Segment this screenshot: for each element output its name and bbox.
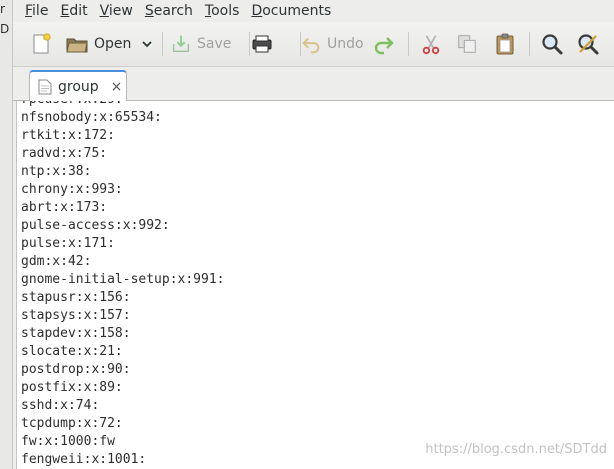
undo-icon <box>302 37 320 54</box>
text-line: sshd:x:74: <box>21 398 100 413</box>
find-replace-button[interactable] <box>576 30 600 58</box>
adjacent-window-text: r <box>0 2 5 16</box>
text-line: ntp:x:38: <box>21 164 92 179</box>
open-button[interactable]: Open <box>65 30 131 58</box>
scissors-icon <box>422 35 440 55</box>
text-file-icon <box>38 79 52 95</box>
undo-button-label: Undo <box>327 36 364 52</box>
adjacent-window-edge: r DI <box>0 0 13 469</box>
new-document-icon <box>33 33 51 54</box>
redo-button[interactable] <box>372 30 396 58</box>
text-line: postdrop:x:90: <box>21 362 131 377</box>
cut-button[interactable] <box>420 30 442 58</box>
save-button[interactable]: Save <box>170 30 231 58</box>
new-document-button[interactable] <box>29 30 53 58</box>
magnifier-icon <box>542 34 563 55</box>
print-button[interactable] <box>250 30 274 58</box>
menu-file[interactable]: File <box>13 1 54 21</box>
adjacent-window-text: DI <box>0 22 10 36</box>
toolbar: Open Save Undo <box>13 22 614 67</box>
text-line: slocate:x:21: <box>21 344 123 359</box>
undo-button[interactable]: Undo <box>300 30 364 58</box>
toolbar-separator <box>529 32 530 56</box>
clipboard-icon <box>496 33 514 55</box>
save-button-label: Save <box>197 36 232 52</box>
text-line: stapsys:x:157: <box>21 308 131 323</box>
tab-label: group <box>58 79 99 95</box>
open-recent-dropdown[interactable] <box>141 30 153 58</box>
document-lines: rpcuser:x:29:nfsnobody:x:65534: rtkit:x:1… <box>21 101 225 469</box>
text-line: radvd:x:75: <box>21 146 108 161</box>
toolbar-separator <box>408 32 409 56</box>
menu-view[interactable]: View <box>94 1 139 21</box>
watermark-text: https://blog.csdn.net/SDTdd <box>425 442 607 457</box>
copy-icon <box>458 35 476 53</box>
text-line: chrony:x:993: <box>21 182 123 197</box>
toolbar-separator <box>162 32 163 56</box>
text-line: rtkit:x:172: <box>21 128 115 143</box>
text-line: gnome-initial-setup:x:991: <box>21 272 225 287</box>
open-button-label: Open <box>94 36 132 52</box>
find-replace-icon <box>578 34 599 55</box>
text-line: tcpdump:x:72: <box>21 416 123 431</box>
text-line: fw:x:1000:fw <box>21 434 115 449</box>
text-line: nfsnobody:x:65534: <box>21 110 162 125</box>
menubar: File Edit View Search Tools Documents <box>13 0 614 21</box>
text-line: rpcuser:x:29: <box>21 101 225 109</box>
close-icon[interactable]: × <box>111 79 123 95</box>
text-line: fengweii:x:1001: <box>21 452 147 467</box>
text-line: gdm:x:42: <box>21 254 92 269</box>
text-editor-window: File Edit View Search Tools Documents Op… <box>13 0 614 469</box>
text-line: stapdev:x:158: <box>21 326 131 341</box>
text-line: abrt:x:173: <box>21 200 108 215</box>
save-icon <box>172 35 190 53</box>
menu-documents[interactable]: Documents <box>245 1 337 21</box>
menu-edit[interactable]: Edit <box>54 1 93 21</box>
find-button[interactable] <box>540 30 564 58</box>
paste-button[interactable] <box>493 30 517 58</box>
menu-search[interactable]: Search <box>139 1 199 21</box>
text-line: pulse-access:x:992: <box>21 218 170 233</box>
copy-button[interactable] <box>456 30 478 58</box>
text-line: postfix:x:89: <box>21 380 123 395</box>
tab-group[interactable]: group × <box>29 70 127 102</box>
menu-tools[interactable]: Tools <box>199 1 246 21</box>
text-editor-area[interactable]: rpcuser:x:29:nfsnobody:x:65534: rtkit:x:1… <box>16 101 614 469</box>
printer-icon <box>252 35 272 53</box>
redo-icon <box>374 37 394 55</box>
text-line: pulse:x:171: <box>21 236 115 251</box>
document-tab-strip: group × <box>13 67 614 102</box>
chevron-down-icon <box>142 41 152 48</box>
folder-icon <box>66 38 88 53</box>
text-line: stapusr:x:156: <box>21 290 131 305</box>
